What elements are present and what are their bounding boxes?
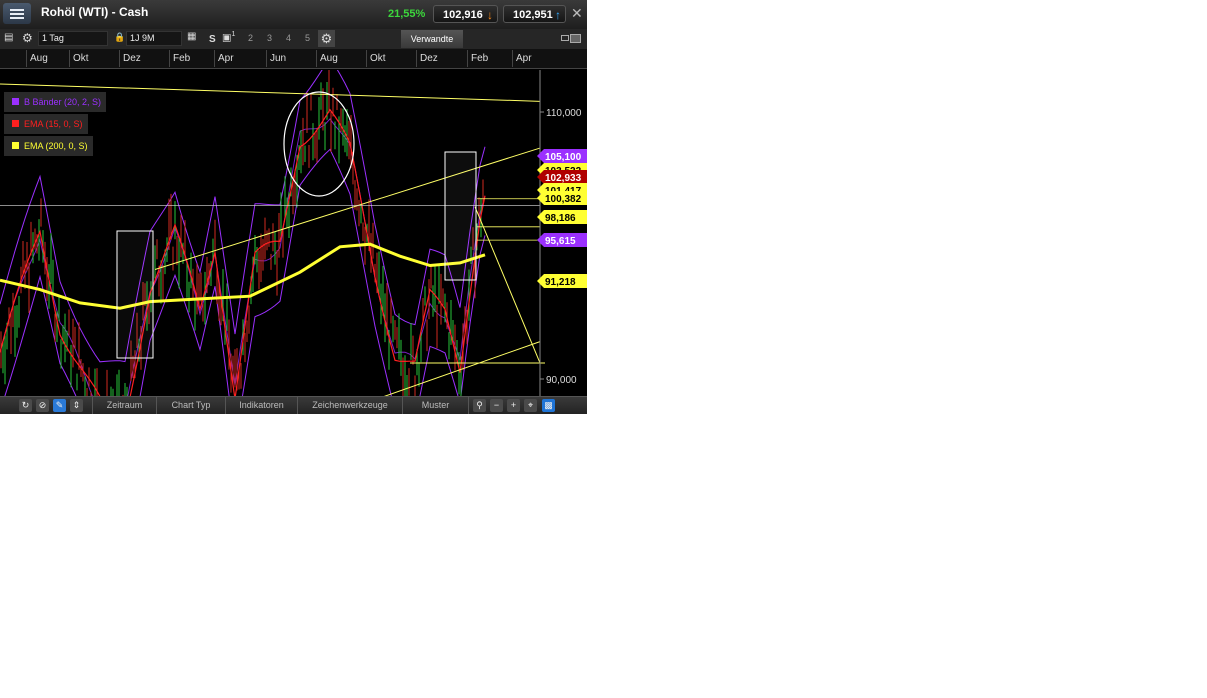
layout-3-button[interactable]: 3 [267, 33, 272, 43]
pencil-icon[interactable]: ✎ [53, 399, 66, 412]
tab-chart-typ[interactable]: Chart Typ [156, 397, 225, 414]
month-tick [26, 50, 27, 67]
range-select[interactable]: 1J 9M [126, 31, 182, 46]
menu-button[interactable] [3, 3, 31, 24]
month-tick [512, 50, 513, 67]
month-label: Dez [420, 53, 438, 64]
price-axis-label: 110,000 [546, 108, 582, 119]
layout-2-button[interactable]: 2 [248, 33, 253, 43]
price-tag-label: 98,186 [545, 213, 576, 224]
interval-select[interactable]: 1 Tag [38, 31, 108, 46]
up-arrow-icon: ↑ [555, 6, 561, 24]
chart-canvas[interactable]: 110,00090,00080,000105,100103,522102,933… [0, 70, 587, 396]
month-tick [69, 50, 70, 67]
month-label: Okt [73, 53, 89, 64]
highlight-box [117, 231, 153, 358]
projection-line [475, 207, 540, 363]
cancel-icon[interactable]: ⊘ [36, 399, 49, 412]
month-tick [266, 50, 267, 67]
down-arrow-icon: ↓ [487, 6, 493, 24]
tab-muster[interactable]: Muster [402, 397, 469, 414]
maximize-icon[interactable] [570, 34, 581, 43]
close-icon[interactable]: ✕ [571, 5, 583, 22]
updown-icon[interactable]: ⇕ [70, 399, 83, 412]
gear-icon[interactable]: ⚙ [318, 30, 335, 47]
layout-4-button[interactable]: 4 [286, 33, 291, 43]
tab-verwandte[interactable]: Verwandte [401, 30, 463, 48]
calendar-icon[interactable]: ▦ [187, 31, 196, 42]
gear-icon[interactable]: ⚙ [22, 31, 33, 45]
chart-toolbar: ▤ ⚙ 1 Tag 🔒 1J 9M ▦ S ▣1 2 3 4 5 ⚙ Verwa… [0, 29, 587, 50]
legend-swatch [12, 98, 19, 105]
change-percent: 21,55% [388, 8, 425, 20]
chart-window: Rohöl (WTI) - Cash 21,55% 102,916 ↓ 102,… [0, 0, 587, 414]
month-tick [366, 50, 367, 67]
legend-ema15[interactable]: EMA (15, 0, S) [4, 114, 88, 134]
month-tick [467, 50, 468, 67]
bid-price-button[interactable]: 102,916 ↓ [433, 5, 498, 23]
ema200-line [0, 244, 485, 308]
layout-5-button[interactable]: 5 [305, 33, 310, 43]
tab-zeitraum[interactable]: Zeitraum [92, 397, 156, 414]
minimize-icon[interactable] [561, 35, 569, 41]
lock-icon[interactable]: 🔒 [114, 32, 125, 43]
menu-icon [10, 17, 24, 19]
legend-label: EMA (200, 0, S) [24, 141, 88, 151]
menu-icon [10, 13, 24, 15]
month-label: Aug [30, 53, 48, 64]
s-button[interactable]: S [209, 34, 216, 45]
zoom-icon[interactable]: ⚲ [473, 399, 486, 412]
price-tag-label: 100,382 [545, 194, 582, 205]
month-tick [316, 50, 317, 67]
instrument-title: Rohöl (WTI) - Cash [41, 5, 148, 19]
highlight-box [445, 152, 476, 280]
month-label: Okt [370, 53, 386, 64]
month-tick [214, 50, 215, 67]
menu-icon [10, 9, 24, 11]
price-axis-label: 90,000 [546, 375, 577, 386]
month-label: Feb [471, 53, 488, 64]
fullscreen-icon[interactable]: ▩ [542, 399, 555, 412]
month-tick [169, 50, 170, 67]
legend-swatch [12, 120, 19, 127]
price-tag-label: 105,100 [545, 152, 582, 163]
tab-indikatoren[interactable]: Indikatoren [225, 397, 297, 414]
month-label: Jun [270, 53, 286, 64]
price-tag-label: 95,615 [545, 236, 576, 247]
month-label: Feb [173, 53, 190, 64]
layout-1-button[interactable]: ▣1 [222, 31, 235, 43]
ask-price-button[interactable]: 102,951 ↑ [503, 5, 566, 23]
legend-ema200[interactable]: EMA (200, 0, S) [4, 136, 93, 156]
legend-bollinger[interactable]: B Bänder (20, 2, S) [4, 92, 106, 112]
chart-bottom-bar: ↻ ⊘ ✎ ⇕ Zeitraum Chart Typ Indikatoren Z… [0, 396, 587, 414]
month-label: Apr [516, 53, 532, 64]
month-label: Apr [218, 53, 234, 64]
month-tick [119, 50, 120, 67]
price-tag-label: 91,218 [545, 277, 576, 288]
layout-1-label: 1 [231, 31, 235, 38]
price-tag-label: 102,933 [545, 173, 582, 184]
month-label: Aug [320, 53, 338, 64]
refresh-icon[interactable]: ↻ [19, 399, 32, 412]
legend-label: EMA (15, 0, S) [24, 119, 83, 129]
zoom-in-icon[interactable]: + [507, 399, 520, 412]
crosshair-icon[interactable]: ⌖ [524, 399, 537, 412]
list-icon[interactable]: ▤ [4, 32, 13, 43]
zoom-out-icon[interactable]: − [490, 399, 503, 412]
price-chart[interactable]: 110,00090,00080,000105,100103,522102,933… [0, 70, 587, 396]
tab-zeichenwerkzeuge[interactable]: Zeichenwerkzeuge [297, 397, 402, 414]
month-tick [416, 50, 417, 67]
month-label: Dez [123, 53, 141, 64]
legend-label: B Bänder (20, 2, S) [24, 97, 101, 107]
bid-price: 102,916 [443, 9, 483, 21]
legend-swatch [12, 142, 19, 149]
ask-price: 102,951 [513, 9, 553, 21]
title-bar: Rohöl (WTI) - Cash 21,55% 102,916 ↓ 102,… [0, 0, 587, 30]
time-axis: Aug Okt Dez Feb Apr Jun Aug Okt Dez Feb Apr [0, 50, 587, 69]
